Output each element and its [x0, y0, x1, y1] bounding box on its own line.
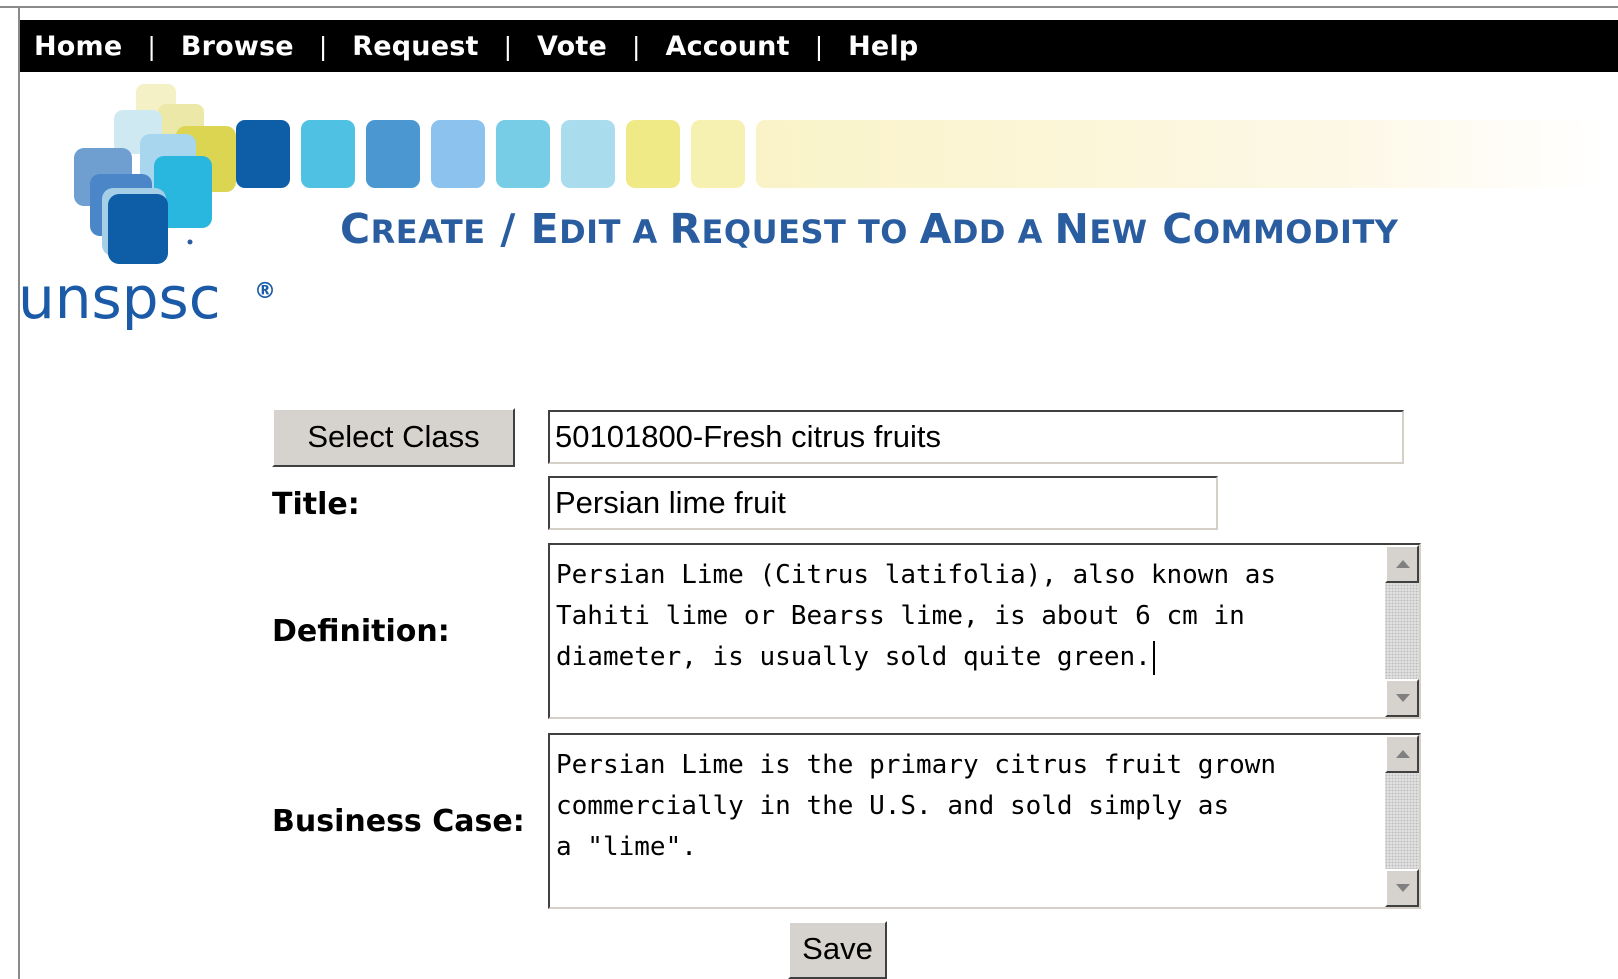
nav-request[interactable]: Request [352, 31, 478, 62]
definition-text: Persian Lime (Citrus latifolia), also kn… [556, 560, 1277, 672]
title-label: Title: [272, 487, 360, 522]
definition-label: Definition: [272, 614, 450, 649]
nav-account[interactable]: Account [665, 31, 789, 62]
arrow-down-icon [1396, 694, 1410, 702]
nav-separator: | [814, 31, 824, 61]
business-case-text: Persian Lime is the primary citrus fruit… [556, 750, 1277, 862]
scroll-up-button[interactable] [1385, 735, 1419, 773]
window-top-border [0, 0, 1618, 8]
top-nav-bar: Home | Browse | Request | Vote | Account… [20, 20, 1618, 72]
definition-scrollbar[interactable] [1385, 545, 1419, 717]
select-class-button[interactable]: Select Class [272, 408, 515, 467]
nav-separator: | [632, 31, 641, 61]
arrow-down-icon [1396, 884, 1410, 892]
scroll-down-button[interactable] [1385, 869, 1419, 907]
arrow-up-icon [1396, 560, 1410, 568]
save-button[interactable]: Save [788, 921, 887, 979]
nav-separator: | [503, 31, 513, 61]
scroll-down-button[interactable] [1385, 679, 1419, 717]
business-case-textarea[interactable]: Persian Lime is the primary citrus fruit… [548, 733, 1421, 909]
nav-vote[interactable]: Vote [537, 31, 607, 62]
page-title: CREATE / EDIT A REQUEST TO ADD A NEW COM… [340, 205, 1399, 253]
definition-textarea[interactable]: Persian Lime (Citrus latifolia), also kn… [548, 543, 1421, 719]
unspsc-wordmark: unspsc [18, 264, 221, 332]
window-left-border [0, 8, 20, 979]
nav-help[interactable]: Help [848, 31, 918, 62]
color-squares-banner [236, 120, 1596, 188]
business-case-label: Business Case: [272, 804, 525, 839]
class-field[interactable]: 50101800-Fresh citrus fruits [548, 410, 1404, 464]
scroll-up-button[interactable] [1385, 545, 1419, 583]
nav-browse[interactable]: Browse [181, 31, 294, 62]
registered-mark: ® [254, 279, 276, 304]
title-field[interactable]: Persian lime fruit [548, 476, 1218, 530]
business-case-scrollbar[interactable] [1385, 735, 1419, 907]
nav-separator: | [318, 31, 328, 61]
nav-home[interactable]: Home [34, 31, 122, 62]
nav-separator: | [147, 31, 156, 61]
arrow-up-icon [1396, 750, 1410, 758]
text-cursor [1152, 640, 1155, 675]
